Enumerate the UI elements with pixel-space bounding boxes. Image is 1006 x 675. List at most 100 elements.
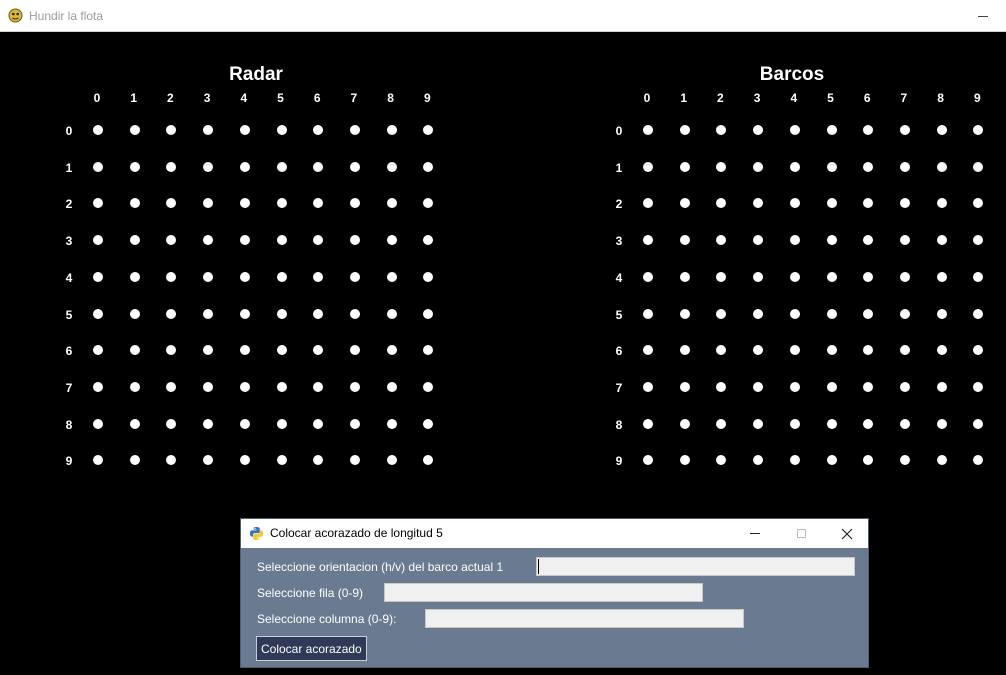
barcos-cell[interactable] bbox=[643, 381, 653, 392]
barcos-cell[interactable] bbox=[973, 455, 984, 466]
radar-cell[interactable] bbox=[313, 455, 324, 466]
radar-cell[interactable] bbox=[349, 418, 360, 429]
barcos-cell[interactable] bbox=[679, 235, 690, 246]
radar-cell[interactable] bbox=[276, 125, 287, 135]
barcos-cell[interactable] bbox=[863, 161, 874, 172]
barcos-cell[interactable] bbox=[863, 271, 874, 282]
barcos-cell[interactable] bbox=[716, 345, 727, 356]
barcos-cell[interactable] bbox=[753, 308, 764, 319]
barcos-cell[interactable] bbox=[716, 455, 727, 466]
radar-cell[interactable] bbox=[239, 381, 250, 392]
radar-cell[interactable] bbox=[93, 161, 103, 172]
radar-cell[interactable] bbox=[239, 345, 250, 356]
barcos-cell[interactable] bbox=[826, 455, 837, 466]
dialog-minimize-button[interactable] bbox=[732, 519, 778, 548]
barcos-cell[interactable] bbox=[936, 235, 947, 246]
radar-cell[interactable] bbox=[386, 198, 397, 209]
radar-cell[interactable] bbox=[203, 455, 214, 466]
radar-cell[interactable] bbox=[93, 345, 103, 356]
barcos-cell[interactable] bbox=[753, 198, 764, 209]
barcos-cell[interactable] bbox=[899, 235, 910, 246]
barcos-cell[interactable] bbox=[789, 455, 800, 466]
radar-cell[interactable] bbox=[239, 418, 250, 429]
radar-cell[interactable] bbox=[276, 271, 287, 282]
radar-cell[interactable] bbox=[166, 161, 177, 172]
radar-cell[interactable] bbox=[93, 125, 103, 135]
radar-cell[interactable] bbox=[166, 308, 177, 319]
radar-cell[interactable] bbox=[129, 381, 140, 392]
barcos-cell[interactable] bbox=[899, 381, 910, 392]
dialog-close-button[interactable] bbox=[824, 519, 870, 548]
radar-cell[interactable] bbox=[93, 235, 103, 246]
barcos-cell[interactable] bbox=[716, 198, 727, 209]
radar-cell[interactable] bbox=[93, 381, 103, 392]
radar-cell[interactable] bbox=[203, 418, 214, 429]
radar-cell[interactable] bbox=[313, 418, 324, 429]
barcos-cell[interactable] bbox=[643, 345, 653, 356]
barcos-cell[interactable] bbox=[679, 308, 690, 319]
barcos-cell[interactable] bbox=[973, 271, 984, 282]
radar-cell[interactable] bbox=[313, 235, 324, 246]
radar-cell[interactable] bbox=[386, 345, 397, 356]
barcos-cell[interactable] bbox=[679, 198, 690, 209]
barcos-cell[interactable] bbox=[789, 235, 800, 246]
barcos-cell[interactable] bbox=[826, 235, 837, 246]
barcos-cell[interactable] bbox=[899, 455, 910, 466]
window-minimize-button[interactable] bbox=[960, 0, 1006, 32]
barcos-cell[interactable] bbox=[789, 418, 800, 429]
radar-cell[interactable] bbox=[276, 418, 287, 429]
radar-cell[interactable] bbox=[203, 198, 214, 209]
radar-cell[interactable] bbox=[93, 308, 103, 319]
barcos-cell[interactable] bbox=[679, 455, 690, 466]
radar-cell[interactable] bbox=[166, 271, 177, 282]
barcos-cell[interactable] bbox=[863, 345, 874, 356]
radar-cell[interactable] bbox=[129, 235, 140, 246]
radar-cell[interactable] bbox=[423, 161, 434, 172]
radar-cell[interactable] bbox=[423, 381, 434, 392]
radar-cell[interactable] bbox=[93, 418, 103, 429]
barcos-cell[interactable] bbox=[679, 161, 690, 172]
barcos-cell[interactable] bbox=[899, 161, 910, 172]
barcos-cell[interactable] bbox=[679, 345, 690, 356]
radar-cell[interactable] bbox=[386, 308, 397, 319]
column-input[interactable] bbox=[425, 609, 744, 628]
barcos-cell[interactable] bbox=[753, 161, 764, 172]
barcos-cell[interactable] bbox=[863, 235, 874, 246]
barcos-cell[interactable] bbox=[716, 235, 727, 246]
radar-cell[interactable] bbox=[129, 418, 140, 429]
barcos-cell[interactable] bbox=[936, 125, 947, 135]
barcos-cell[interactable] bbox=[973, 381, 984, 392]
barcos-cell[interactable] bbox=[826, 271, 837, 282]
barcos-cell[interactable] bbox=[973, 198, 984, 209]
barcos-cell[interactable] bbox=[863, 125, 874, 135]
radar-cell[interactable] bbox=[423, 198, 434, 209]
radar-cell[interactable] bbox=[203, 271, 214, 282]
radar-cell[interactable] bbox=[349, 198, 360, 209]
barcos-cell[interactable] bbox=[789, 345, 800, 356]
barcos-cell[interactable] bbox=[679, 125, 690, 135]
radar-cell[interactable] bbox=[93, 198, 103, 209]
barcos-cell[interactable] bbox=[936, 308, 947, 319]
radar-cell[interactable] bbox=[313, 345, 324, 356]
barcos-cell[interactable] bbox=[753, 418, 764, 429]
barcos-cell[interactable] bbox=[863, 381, 874, 392]
barcos-cell[interactable] bbox=[826, 125, 837, 135]
barcos-cell[interactable] bbox=[643, 308, 653, 319]
radar-cell[interactable] bbox=[423, 235, 434, 246]
radar-cell[interactable] bbox=[313, 198, 324, 209]
barcos-cell[interactable] bbox=[936, 271, 947, 282]
barcos-cell[interactable] bbox=[826, 345, 837, 356]
barcos-cell[interactable] bbox=[679, 271, 690, 282]
radar-cell[interactable] bbox=[423, 455, 434, 466]
barcos-cell[interactable] bbox=[716, 381, 727, 392]
barcos-cell[interactable] bbox=[899, 308, 910, 319]
row-input[interactable] bbox=[384, 583, 703, 602]
radar-cell[interactable] bbox=[203, 308, 214, 319]
barcos-cell[interactable] bbox=[753, 235, 764, 246]
radar-cell[interactable] bbox=[386, 161, 397, 172]
barcos-cell[interactable] bbox=[936, 161, 947, 172]
orientation-input[interactable] bbox=[536, 557, 855, 576]
radar-cell[interactable] bbox=[93, 271, 103, 282]
radar-cell[interactable] bbox=[386, 271, 397, 282]
barcos-cell[interactable] bbox=[753, 345, 764, 356]
